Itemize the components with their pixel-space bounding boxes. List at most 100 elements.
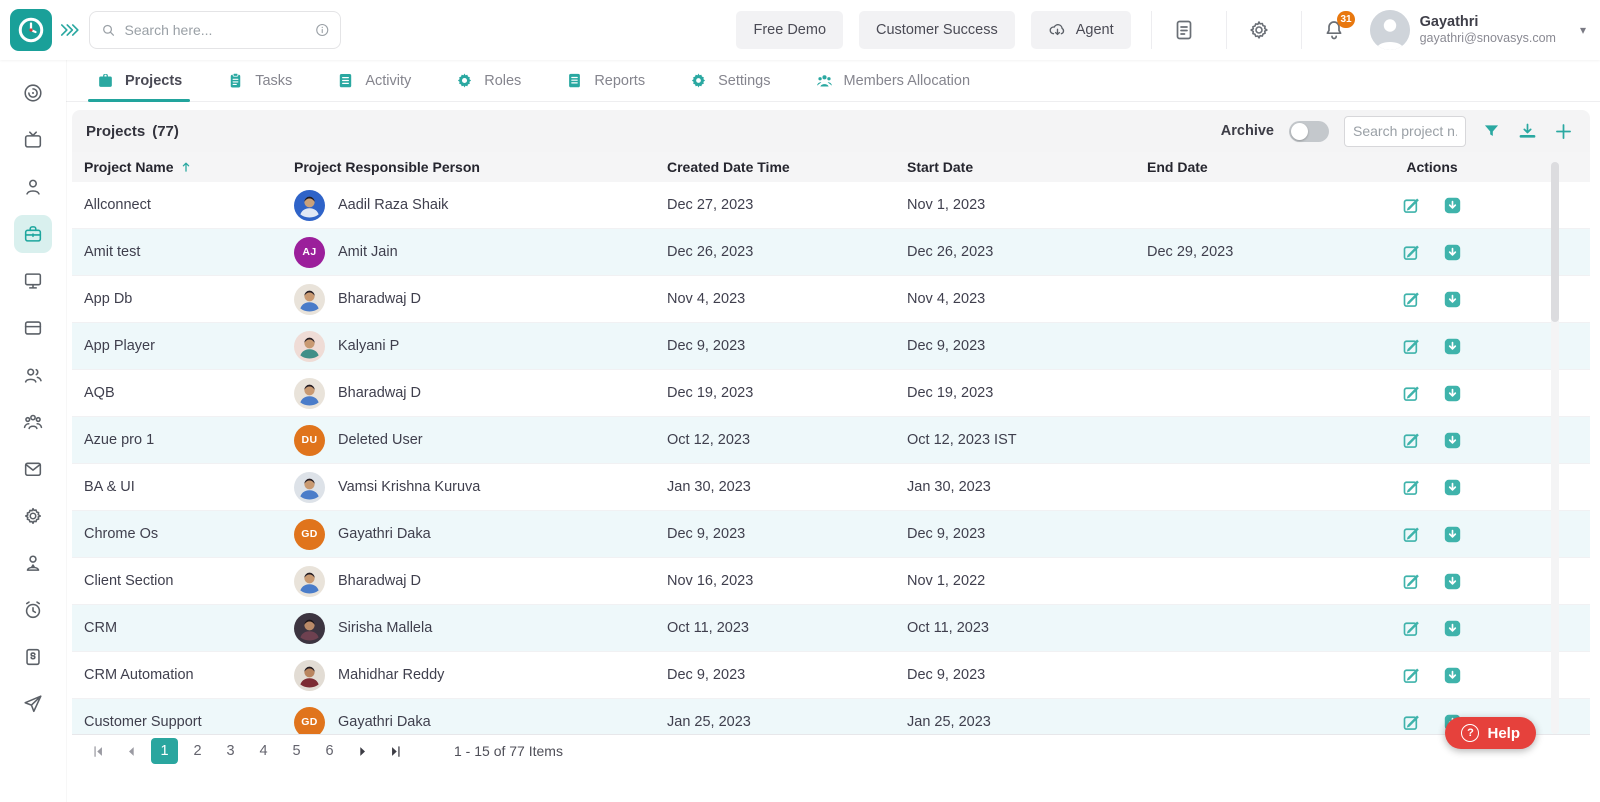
sidebar-item-person[interactable] — [14, 168, 52, 206]
tab-activity[interactable]: Activity — [336, 60, 411, 101]
first-page-button[interactable] — [85, 738, 112, 764]
created-date: Jan 25, 2023 — [667, 714, 907, 730]
archive-project-button[interactable] — [1442, 383, 1463, 404]
table-row[interactable]: CRM AutomationMahidhar ReddyDec 9, 2023D… — [72, 652, 1590, 699]
column-end-date[interactable]: End Date — [1147, 159, 1377, 175]
table-row[interactable]: AllconnectAadil Raza ShaikDec 27, 2023No… — [72, 182, 1590, 229]
chevron-down-icon[interactable]: ▾ — [1580, 23, 1586, 37]
table-row[interactable]: AQBBharadwaj DDec 19, 2023Dec 19, 2023 — [72, 370, 1590, 417]
gear-icon[interactable] — [1247, 18, 1271, 42]
customer-success-button[interactable]: Customer Success — [859, 11, 1015, 49]
edit-project-button[interactable] — [1401, 712, 1422, 733]
edit-project-button[interactable] — [1401, 430, 1422, 451]
archive-project-button[interactable] — [1442, 618, 1463, 639]
table-row[interactable]: Azue pro 1DUDeleted UserOct 12, 2023Oct … — [72, 417, 1590, 464]
sidebar-item-monitor[interactable] — [14, 262, 52, 300]
mail-icon — [22, 458, 44, 480]
table-row[interactable]: Chrome OsGDGayathri DakaDec 9, 2023Dec 9… — [72, 511, 1590, 558]
tab-tasks[interactable]: Tasks — [226, 60, 292, 101]
filter-icon[interactable] — [1481, 121, 1502, 142]
edit-project-button[interactable] — [1401, 242, 1422, 263]
header-actions: Free Demo Customer Success Agent — [720, 10, 1600, 50]
left-sidebar — [0, 60, 66, 802]
sidebar-item-alarm[interactable] — [14, 591, 52, 629]
archive-project-button[interactable] — [1442, 242, 1463, 263]
archive-toggle[interactable] — [1289, 121, 1329, 142]
edit-project-button[interactable] — [1401, 618, 1422, 639]
sidebar-item-team[interactable] — [14, 403, 52, 441]
archive-project-button[interactable] — [1442, 195, 1463, 216]
agent-button[interactable]: Agent — [1031, 11, 1131, 49]
add-project-icon[interactable] — [1553, 121, 1574, 142]
table-row[interactable]: Client SectionBharadwaj DNov 16, 2023Nov… — [72, 558, 1590, 605]
tab-members-allocation[interactable]: Members Allocation — [815, 60, 971, 101]
page-button-3[interactable]: 3 — [217, 738, 244, 764]
sidebar-item-invoice[interactable] — [14, 638, 52, 676]
project-name: AQB — [84, 385, 294, 401]
column-created-date[interactable]: Created Date Time — [667, 159, 907, 175]
project-search-input[interactable] — [1344, 116, 1466, 147]
archive-project-button[interactable] — [1442, 665, 1463, 686]
tab-roles[interactable]: Roles — [455, 60, 521, 101]
edit-project-button[interactable] — [1401, 665, 1422, 686]
edit-project-button[interactable] — [1401, 195, 1422, 216]
person-name: Gayathri Daka — [338, 526, 431, 542]
sidebar-item-user-tie[interactable] — [14, 544, 52, 582]
sidebar-expand-icon[interactable] — [59, 22, 81, 38]
table-row[interactable]: Amit testAJAmit JainDec 26, 2023Dec 26, … — [72, 229, 1590, 276]
edit-project-button[interactable] — [1401, 383, 1422, 404]
sidebar-item-mail[interactable] — [14, 450, 52, 488]
info-icon[interactable] — [314, 21, 331, 39]
edit-project-button[interactable] — [1401, 336, 1422, 357]
vertical-scrollbar[interactable] — [1551, 162, 1559, 734]
page-button-6[interactable]: 6 — [316, 738, 343, 764]
sidebar-item-people[interactable] — [14, 356, 52, 394]
next-page-button[interactable] — [349, 738, 376, 764]
project-name: CRM Automation — [84, 667, 294, 683]
page-button-1[interactable]: 1 — [151, 738, 178, 764]
previous-page-button[interactable] — [118, 738, 145, 764]
edit-project-button[interactable] — [1401, 477, 1422, 498]
column-start-date[interactable]: Start Date — [907, 159, 1147, 175]
tab-reports[interactable]: Reports — [565, 60, 645, 101]
last-page-button[interactable] — [382, 738, 409, 764]
edit-project-button[interactable] — [1401, 524, 1422, 545]
search-input[interactable] — [125, 22, 306, 38]
help-button[interactable]: ? Help — [1445, 717, 1536, 749]
edit-project-button[interactable] — [1401, 289, 1422, 310]
page-button-4[interactable]: 4 — [250, 738, 277, 764]
page-button-2[interactable]: 2 — [184, 738, 211, 764]
notifications-bell-icon[interactable]: 31 — [1322, 18, 1346, 42]
table-row[interactable]: Customer SupportGDGayathri DakaJan 25, 2… — [72, 699, 1590, 734]
archive-project-button[interactable] — [1442, 336, 1463, 357]
column-responsible-person[interactable]: Project Responsible Person — [294, 159, 667, 175]
tab-projects[interactable]: Projects — [96, 60, 182, 101]
archive-project-button[interactable] — [1442, 289, 1463, 310]
sidebar-item-briefcase[interactable] — [14, 215, 52, 253]
sidebar-item-tracker[interactable] — [14, 74, 52, 112]
document-icon[interactable] — [1172, 18, 1196, 42]
sidebar-item-send[interactable] — [14, 685, 52, 723]
table-row[interactable]: App PlayerKalyani PDec 9, 2023Dec 9, 202… — [72, 323, 1590, 370]
user-tie-icon — [22, 552, 44, 574]
table-row[interactable]: App DbBharadwaj DNov 4, 2023Nov 4, 2023 — [72, 276, 1590, 323]
archive-project-button[interactable] — [1442, 571, 1463, 592]
sidebar-item-gear[interactable] — [14, 497, 52, 535]
sidebar-item-card[interactable] — [14, 309, 52, 347]
column-project-name[interactable]: Project Name — [84, 159, 173, 175]
free-demo-button[interactable]: Free Demo — [736, 11, 843, 49]
edit-project-button[interactable] — [1401, 571, 1422, 592]
table-row[interactable]: CRMSirisha MallelaOct 11, 2023Oct 11, 20… — [72, 605, 1590, 652]
table-row[interactable]: BA & UIVamsi Krishna KuruvaJan 30, 2023J… — [72, 464, 1590, 511]
user-menu[interactable]: Gayathri gayathri@snovasys.com ▾ — [1370, 10, 1586, 50]
archive-project-button[interactable] — [1442, 524, 1463, 545]
scrollbar-thumb[interactable] — [1551, 162, 1559, 322]
tab-settings[interactable]: Settings — [689, 60, 770, 101]
app-logo[interactable] — [10, 9, 52, 51]
download-icon[interactable] — [1517, 121, 1538, 142]
page-button-5[interactable]: 5 — [283, 738, 310, 764]
start-date: Dec 26, 2023 — [907, 244, 1147, 260]
archive-project-button[interactable] — [1442, 430, 1463, 451]
archive-project-button[interactable] — [1442, 477, 1463, 498]
sidebar-item-tv[interactable] — [14, 121, 52, 159]
